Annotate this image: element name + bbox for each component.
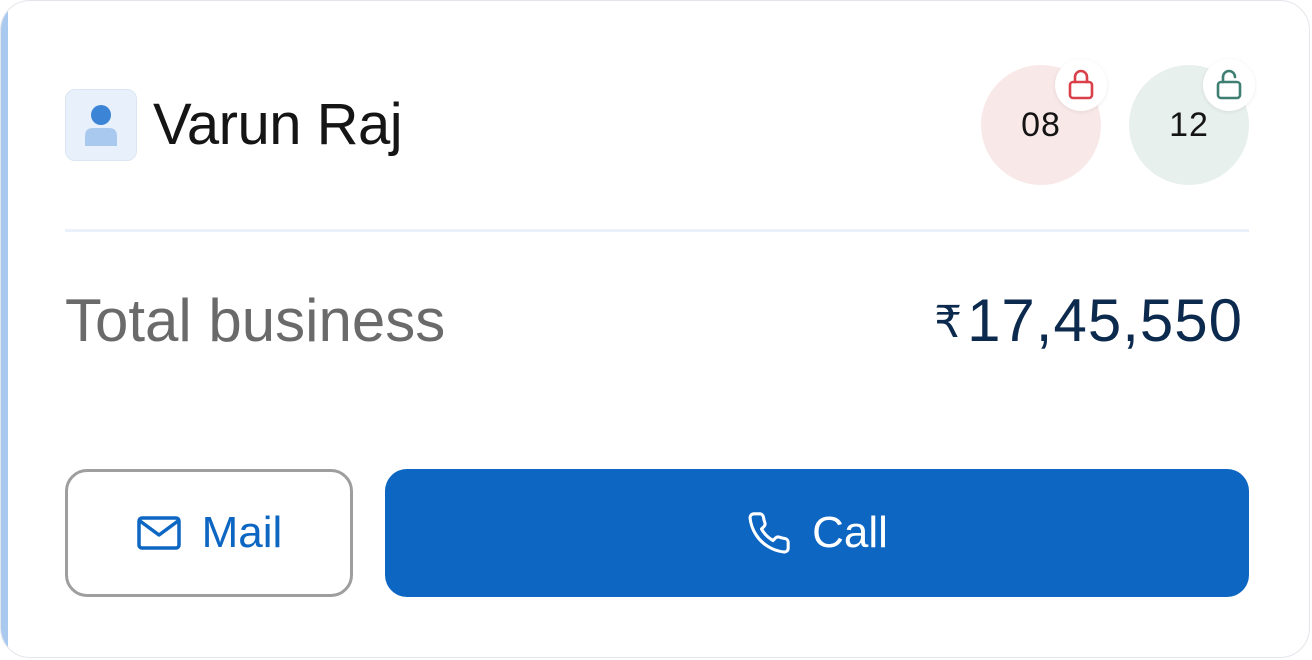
unlocked-count: 12 [1169, 105, 1209, 144]
lock-closed-icon [1068, 69, 1094, 100]
mail-button-label: Mail [201, 508, 283, 557]
avatar [65, 89, 137, 161]
lock-open-badge [1203, 59, 1255, 111]
lock-open-icon [1216, 69, 1242, 100]
contact-card: Varun Raj 08 12 Total business ₹17,45,55… [0, 0, 1310, 658]
envelope-icon [136, 515, 182, 551]
total-business-amount: ₹17,45,550 [934, 285, 1243, 359]
mail-button[interactable]: Mail [65, 469, 353, 597]
divider [65, 229, 1249, 232]
total-business-label: Total business [65, 287, 446, 354]
call-button-label: Call [812, 508, 888, 557]
phone-icon [746, 510, 792, 556]
user-avatar-icon [85, 105, 117, 146]
locked-count: 08 [1021, 105, 1061, 144]
card-accent-bar [1, 1, 8, 657]
call-button[interactable]: Call [385, 469, 1249, 597]
amount-value: 17,45,550 [967, 287, 1243, 354]
user-name: Varun Raj [153, 92, 403, 157]
lock-closed-badge [1055, 59, 1107, 111]
currency-symbol: ₹ [934, 298, 964, 347]
